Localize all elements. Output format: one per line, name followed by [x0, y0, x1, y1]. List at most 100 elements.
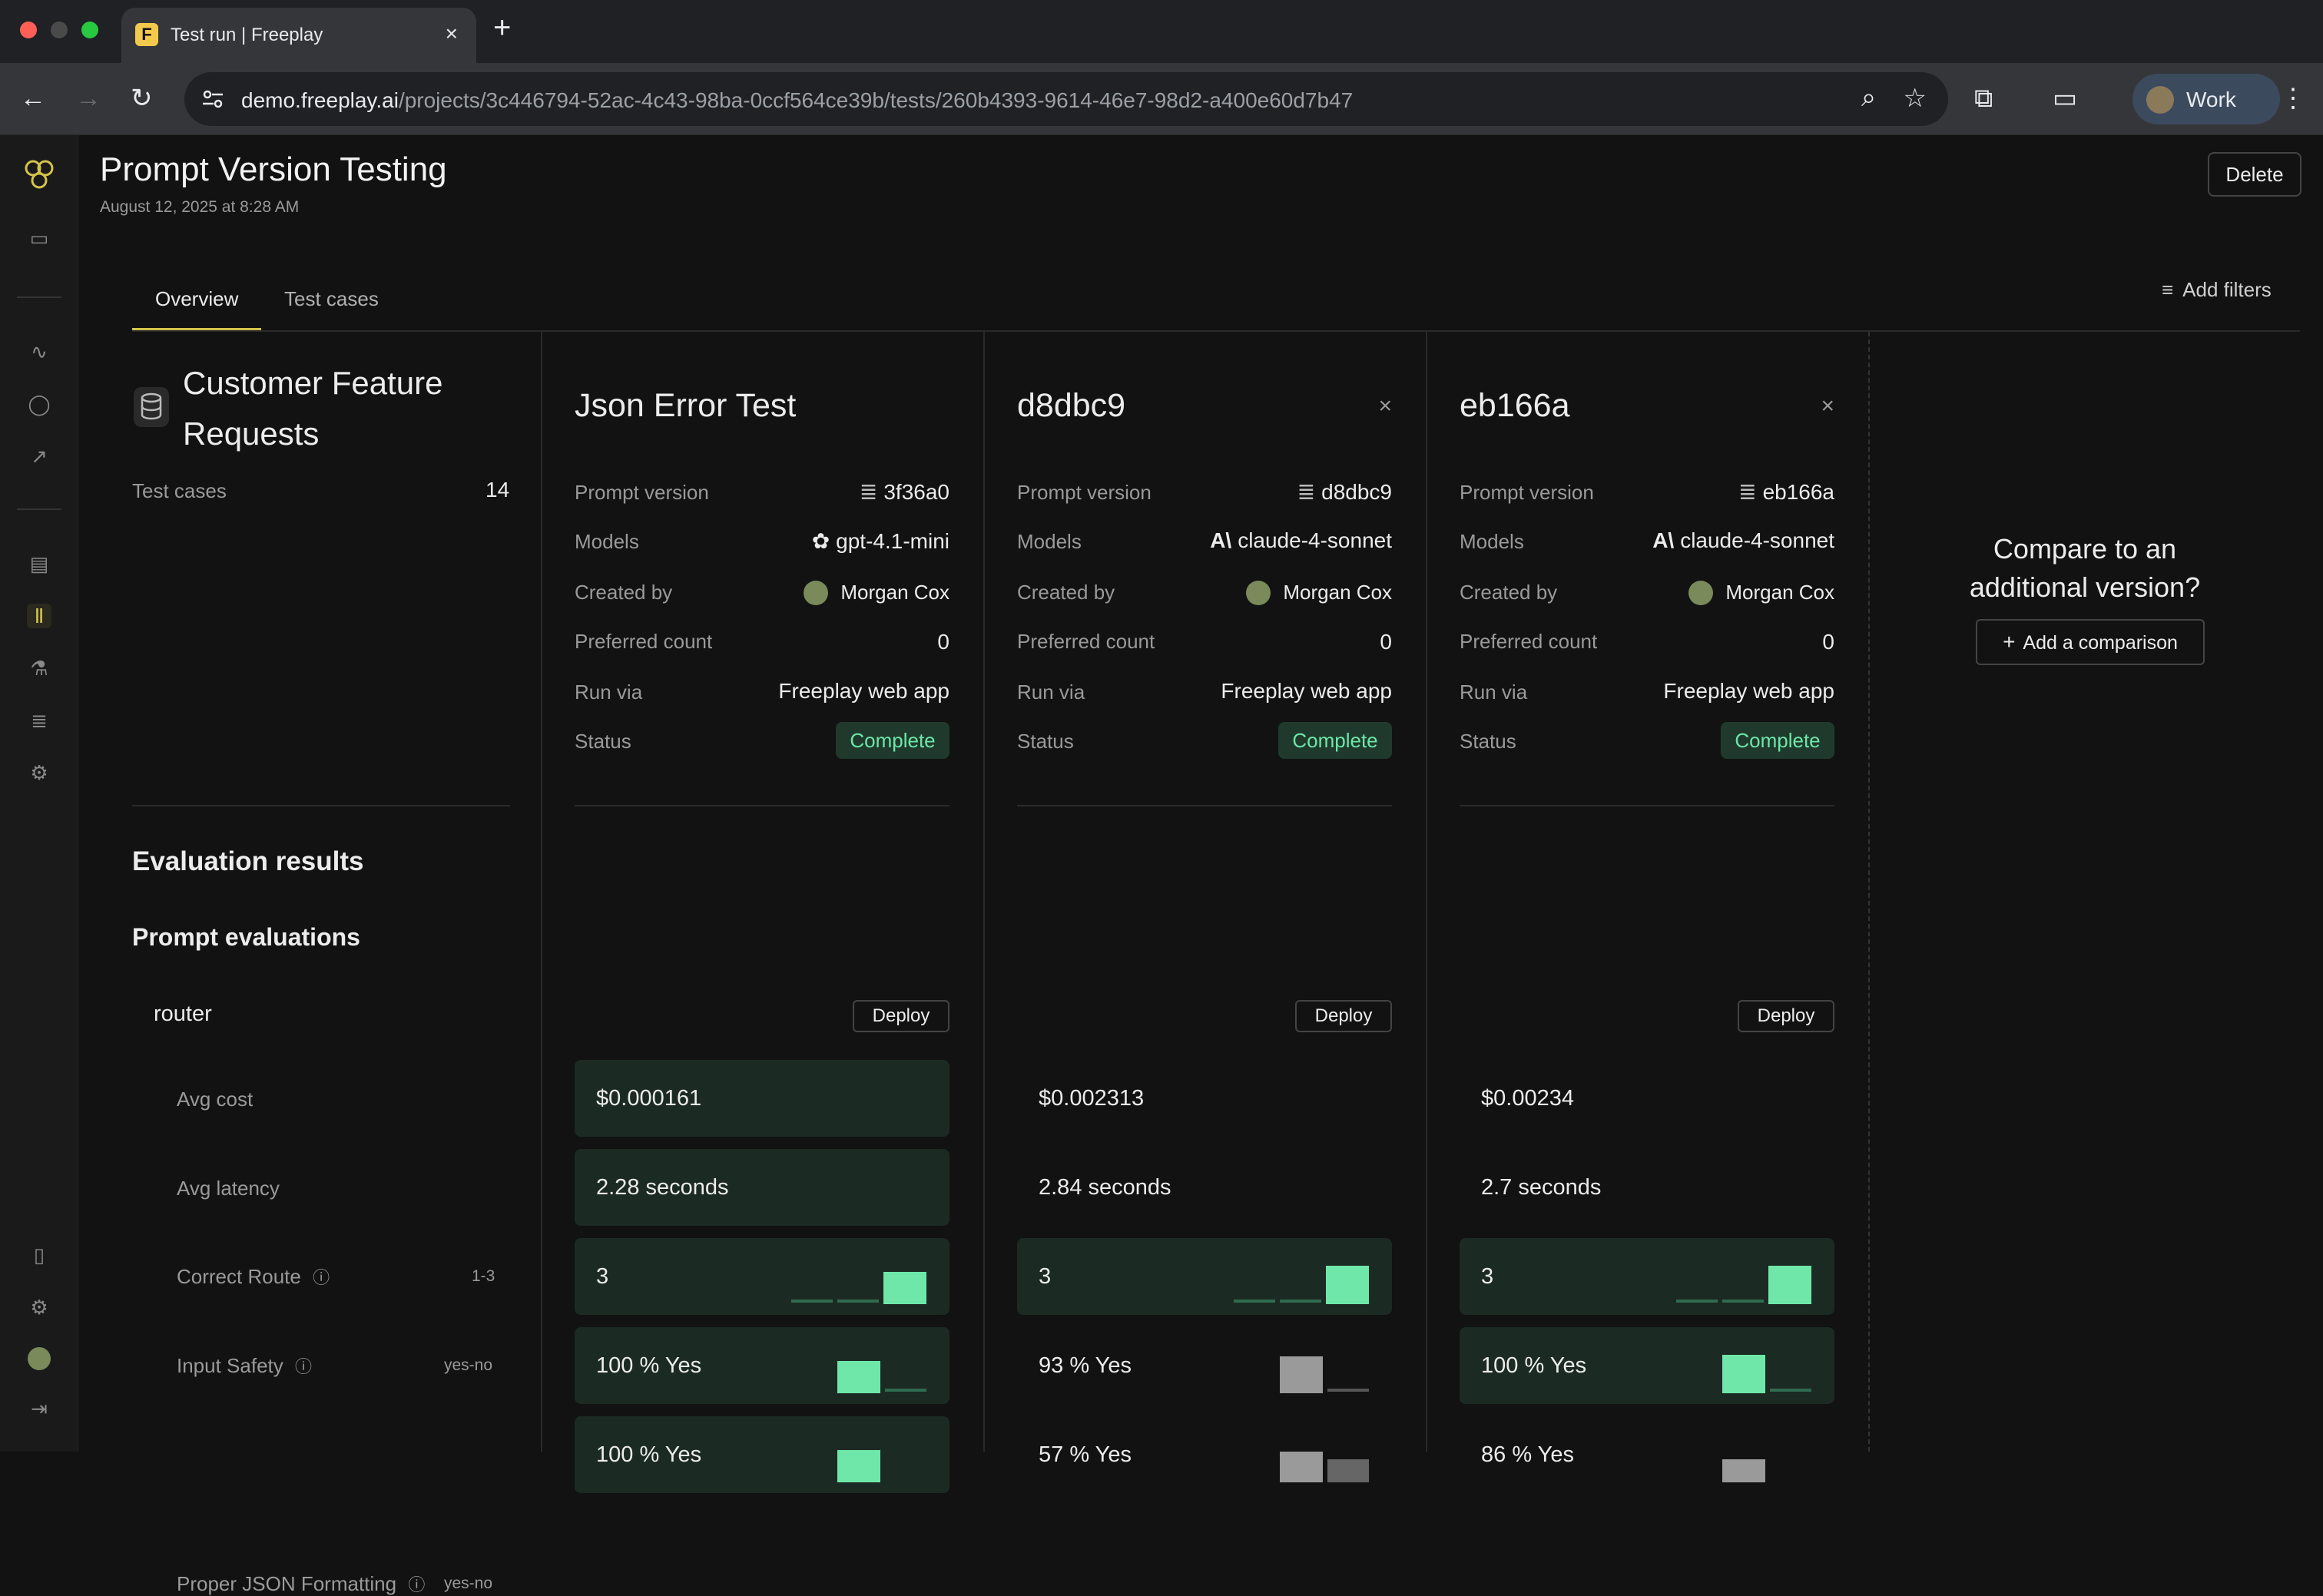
- json-formatting-cell[interactable]: 57 % Yes: [1017, 1416, 1392, 1493]
- prompt-version-label: Prompt version: [575, 481, 709, 504]
- profile-label: Work: [2186, 88, 2236, 111]
- correct-route-cell[interactable]: 3: [1460, 1238, 1834, 1315]
- docs-book-icon[interactable]: ▯: [27, 1243, 51, 1267]
- site-settings-icon[interactable]: [200, 86, 226, 112]
- prompt-list-icon: ≣: [1738, 480, 1757, 504]
- account-settings-icon[interactable]: ⚙: [27, 1295, 51, 1320]
- forward-icon[interactable]: →: [75, 83, 101, 114]
- deploy-button[interactable]: Deploy: [1738, 1000, 1834, 1032]
- close-window-button[interactable]: [20, 22, 37, 38]
- folder-icon[interactable]: ▭: [27, 226, 51, 250]
- info-icon[interactable]: ⓘ: [313, 1268, 330, 1287]
- avg-latency-label: Avg latency: [177, 1177, 280, 1200]
- json-formatting-cell[interactable]: 100 % Yes: [575, 1416, 949, 1493]
- created-by-label: Created by: [1017, 581, 1115, 604]
- back-icon[interactable]: ←: [20, 83, 46, 114]
- line-chart-icon[interactable]: ↗: [27, 444, 51, 469]
- creator-avatar: [1246, 581, 1271, 605]
- avg-cost-value: $0.00234: [1481, 1086, 1574, 1111]
- prompt-version-value[interactable]: ≣ 3f36a0: [860, 479, 949, 505]
- freeplay-logo-icon[interactable]: [22, 157, 57, 192]
- run-via-label: Run via: [575, 680, 643, 704]
- column-divider: [983, 332, 985, 1452]
- browser-toolbar: ← → ↻ demo.freeplay.ai/projects/3c446794…: [0, 63, 2323, 135]
- avg-cost-label: Avg cost: [177, 1088, 254, 1111]
- histogram-bar-1: [1676, 1300, 1718, 1303]
- prompt-templates-icon[interactable]: ▤: [27, 551, 51, 576]
- tab-overview[interactable]: Overview: [132, 287, 261, 330]
- left-panel-divider: [132, 805, 510, 806]
- column-divider-line: [1017, 805, 1392, 806]
- database-icon: [134, 387, 169, 427]
- tab-test-cases[interactable]: Test cases: [284, 287, 379, 311]
- settings-icon[interactable]: ⚙: [27, 760, 51, 785]
- correct-route-cell[interactable]: 3: [1017, 1238, 1392, 1315]
- prompt-list-icon: ≣: [859, 480, 878, 504]
- histogram-bar-1: [1234, 1300, 1275, 1303]
- created-by-label: Created by: [575, 581, 673, 604]
- column-title: eb166a: [1460, 387, 1570, 424]
- datasets-icon[interactable]: ≣: [27, 708, 51, 733]
- tests-icon[interactable]: Ⅱ: [27, 604, 51, 628]
- correct-route-label: Correct Route ⓘ: [177, 1264, 330, 1289]
- json-formatting-label: Proper JSON Formatting ⓘ: [177, 1571, 425, 1596]
- reload-icon[interactable]: ↻: [131, 83, 153, 114]
- user-avatar[interactable]: [28, 1347, 51, 1370]
- json-formatting-value: 57 % Yes: [1039, 1442, 1132, 1467]
- avg-latency-cell: 2.28 seconds: [575, 1149, 949, 1226]
- address-bar[interactable]: demo.freeplay.ai/projects/3c446794-52ac-…: [184, 72, 1948, 126]
- info-icon[interactable]: ⓘ: [408, 1575, 425, 1594]
- activity-icon[interactable]: ∿: [27, 339, 51, 364]
- user-icon[interactable]: ◯: [27, 392, 51, 416]
- correct-route-cell[interactable]: 3: [575, 1238, 949, 1315]
- model-name: claude-4-sonnet: [1680, 528, 1834, 552]
- delete-button[interactable]: Delete: [2208, 152, 2301, 197]
- run-via-label: Run via: [1460, 680, 1528, 704]
- url-host: demo.freeplay.ai: [241, 88, 399, 112]
- input-safety-cell[interactable]: 100 % Yes: [1460, 1327, 1834, 1404]
- collapse-sidebar-icon[interactable]: ⇥: [27, 1396, 51, 1421]
- minimize-window-button[interactable]: [51, 22, 68, 38]
- profile-button[interactable]: Work: [2132, 74, 2280, 124]
- evaluations-icon[interactable]: ⚗: [27, 656, 51, 680]
- histogram-bar-3: [883, 1272, 926, 1304]
- json-formatting-value: 86 % Yes: [1481, 1442, 1574, 1467]
- close-column-icon[interactable]: ×: [1821, 393, 1834, 419]
- histogram-bar-2: [1722, 1300, 1764, 1303]
- avg-latency-cell: 2.7 seconds: [1460, 1149, 1834, 1226]
- maximize-window-button[interactable]: [81, 22, 98, 38]
- close-tab-icon[interactable]: ×: [446, 22, 458, 46]
- column-title: Json Error Test: [575, 387, 797, 424]
- prompt-version-hash: eb166a: [1762, 480, 1834, 504]
- prompt-version-value[interactable]: ≣ d8dbc9: [1297, 479, 1392, 505]
- input-safety-value: 93 % Yes: [1039, 1353, 1132, 1378]
- input-safety-cell[interactable]: 100 % Yes: [575, 1327, 949, 1404]
- models-label: Models: [575, 530, 639, 553]
- correct-route-text: Correct Route: [177, 1265, 301, 1288]
- model-value: ✿ gpt-4.1-mini: [812, 528, 949, 554]
- zoom-icon[interactable]: ⌕: [1861, 83, 1876, 113]
- extensions-icon[interactable]: ⧉: [1974, 83, 1993, 114]
- add-filters-button[interactable]: ≡ Add filters: [2162, 278, 2272, 302]
- avg-cost-cell: $0.00234: [1460, 1060, 1834, 1137]
- json-formatting-cell[interactable]: 86 % Yes: [1460, 1416, 1834, 1493]
- bookmark-star-icon[interactable]: ☆: [1904, 83, 1927, 114]
- close-column-icon[interactable]: ×: [1378, 393, 1392, 419]
- deploy-button[interactable]: Deploy: [853, 1000, 949, 1032]
- status-label: Status: [1017, 730, 1074, 753]
- browser-menu-icon[interactable]: ⋮: [2280, 83, 2306, 114]
- input-safety-cell[interactable]: 93 % Yes: [1017, 1327, 1392, 1404]
- yes-bar: [1722, 1459, 1765, 1482]
- correct-route-range: 1-3: [472, 1267, 495, 1285]
- creator-avatar: [804, 581, 828, 605]
- deploy-button[interactable]: Deploy: [1295, 1000, 1392, 1032]
- browser-tab[interactable]: F Test run | Freeplay ×: [121, 8, 476, 65]
- add-comparison-button[interactable]: + Add a comparison: [1976, 619, 2205, 665]
- cast-icon[interactable]: ▭: [2053, 83, 2077, 114]
- new-tab-icon[interactable]: +: [493, 11, 511, 45]
- run-via-value: Freeplay web app: [778, 679, 949, 703]
- prompt-version-value[interactable]: ≣ eb166a: [1738, 479, 1834, 505]
- input-safety-value: 100 % Yes: [1481, 1353, 1587, 1378]
- histogram-bar-3: [1768, 1266, 1811, 1304]
- info-icon[interactable]: ⓘ: [295, 1357, 312, 1376]
